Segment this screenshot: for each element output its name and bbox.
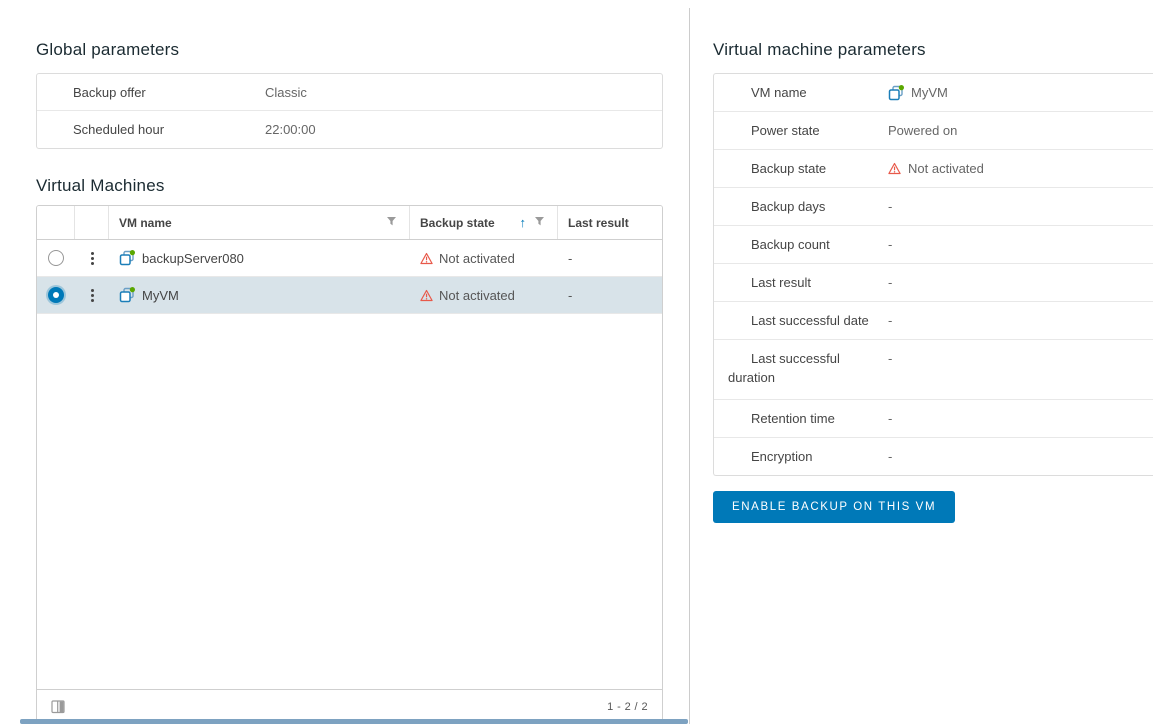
warning-icon [888,162,901,175]
backup-state-column-label: Backup state [420,216,495,230]
table-row: Last successful duration - [714,340,1153,400]
vm-name: MyVM [142,288,179,303]
vm-parameters-title: Virtual machine parameters [713,40,1153,60]
vm-name-label: VM name [714,83,888,102]
virtual-machines-datagrid: VM name Backup state ↑ Last result [36,205,663,724]
backup-days-value: - [888,197,1153,216]
datagrid-header: VM name Backup state ↑ Last result [37,206,662,240]
vm-icon [119,250,135,266]
row-radio-cell [37,250,75,266]
radio-button-selected[interactable] [48,287,64,303]
table-row: Last result - [714,264,1153,302]
sort-ascending-icon[interactable]: ↑ [520,215,527,230]
right-panel: Virtual machine parameters VM name MyVM … [713,40,1153,523]
backup-count-label: Backup count [714,235,888,254]
table-row-backupServer080[interactable]: backupServer080 Not activated - [37,240,662,277]
warning-icon [420,289,433,302]
vm-name: backupServer080 [142,251,244,266]
table-row: Backup offer Classic [37,74,662,111]
last-result-column-label: Last result [568,216,629,230]
backup-management-pane: Global parameters Backup offer Classic S… [0,0,1153,724]
vm-parameters-table: VM name MyVM Power state Powered on Back… [713,73,1153,476]
power-state-value: Powered on [888,121,1153,140]
vertical-divider [689,8,690,724]
last-successful-date-label: Last successful date [714,311,888,330]
column-header-backup-state[interactable]: Backup state ↑ [410,206,558,239]
backup-offer-label: Backup offer [37,85,265,100]
last-result-value: - [888,273,1153,292]
datagrid-empty-area [37,314,662,689]
last-result-cell: - [558,251,662,266]
power-state-label: Power state [714,121,888,140]
table-row: Encryption - [714,438,1153,475]
table-row: Scheduled hour 22:00:00 [37,111,662,148]
column-header-vm-name[interactable]: VM name [109,206,410,239]
table-row: Backup state Not activated [714,150,1153,188]
horizontal-scrollbar[interactable] [20,719,688,724]
radio-button[interactable] [48,250,64,266]
table-row: Backup days - [714,188,1153,226]
filter-icon[interactable] [534,216,547,229]
backup-state-text: Not activated [908,159,984,178]
vm-name-column-label: VM name [119,216,172,230]
encryption-label: Encryption [714,447,888,466]
retention-time-label: Retention time [714,409,888,428]
backup-offer-value: Classic [265,85,662,100]
left-panel: Global parameters Backup offer Classic S… [36,40,663,724]
row-actions-cell [75,248,109,269]
row-radio-cell [37,287,75,303]
table-row: Power state Powered on [714,112,1153,150]
backup-days-label: Backup days [714,197,888,216]
backup-state-value: Not activated [888,159,1153,178]
vm-name-text: MyVM [911,83,948,102]
last-successful-duration-label: Last successful duration [714,349,888,387]
backup-state-cell: Not activated [410,251,558,266]
last-result-cell: - [558,288,662,303]
column-header-last-result[interactable]: Last result [558,206,662,239]
table-row: Backup count - [714,226,1153,264]
warning-icon [420,252,433,265]
filter-icon[interactable] [386,216,399,229]
scheduled-hour-value: 22:00:00 [265,122,662,137]
column-toggle-icon[interactable] [51,700,66,714]
global-parameters-table: Backup offer Classic Scheduled hour 22:0… [36,73,663,149]
retention-time-value: - [888,409,1153,428]
backup-state-cell: Not activated [410,288,558,303]
kebab-menu-icon[interactable] [87,285,98,306]
last-successful-duration-value: - [888,349,1153,368]
scheduled-hour-label: Scheduled hour [37,122,265,137]
vm-icon [119,287,135,303]
radio-column-header [37,206,75,239]
row-actions-cell [75,285,109,306]
last-result-label: Last result [714,273,888,292]
enable-backup-button[interactable]: ENABLE BACKUP ON THIS VM [713,491,955,523]
encryption-value: - [888,447,1153,466]
backup-count-value: - [888,235,1153,254]
last-successful-date-value: - [888,311,1153,330]
backup-state-value: Not activated [439,251,515,266]
pagination-text: 1 - 2 / 2 [607,701,648,713]
table-row: VM name MyVM [714,74,1153,112]
table-row-MyVM[interactable]: MyVM Not activated - [37,277,662,314]
actions-column-header [75,206,109,239]
vm-name-cell: MyVM [109,287,410,303]
table-row: Last successful date - [714,302,1153,340]
backup-state-label: Backup state [714,159,888,178]
backup-state-value: Not activated [439,288,515,303]
vm-name-cell: backupServer080 [109,250,410,266]
table-row: Retention time - [714,400,1153,438]
vm-icon [888,85,904,101]
global-parameters-title: Global parameters [36,40,663,60]
kebab-menu-icon[interactable] [87,248,98,269]
vm-name-value: MyVM [888,83,1153,102]
virtual-machines-title: Virtual Machines [36,176,663,196]
